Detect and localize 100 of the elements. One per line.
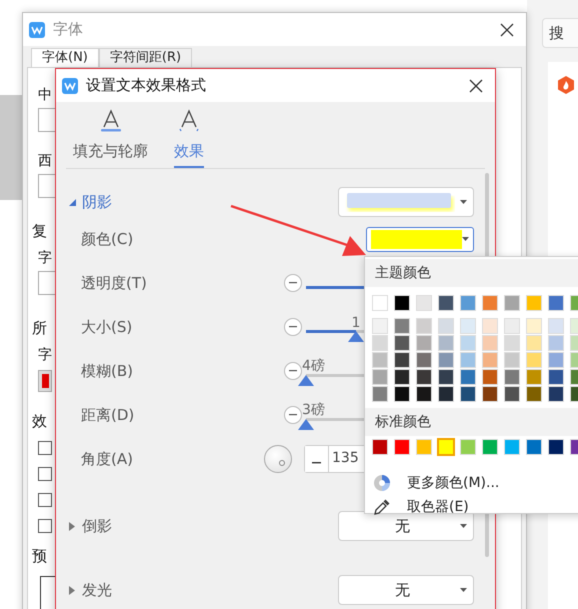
color-swatch[interactable]: [416, 369, 432, 385]
color-swatch[interactable]: [416, 386, 432, 402]
color-swatch[interactable]: [394, 439, 410, 455]
color-swatch[interactable]: [460, 318, 476, 334]
color-swatch[interactable]: [416, 439, 432, 455]
color-swatch[interactable]: [548, 295, 564, 311]
expand-triangle-icon[interactable]: [68, 586, 76, 594]
color-swatch[interactable]: [372, 386, 388, 402]
text-effect-icon: [177, 108, 201, 132]
color-swatch[interactable]: [482, 386, 498, 402]
checkbox[interactable]: [38, 493, 52, 507]
collapse-triangle-icon[interactable]: [68, 198, 76, 206]
color-swatch[interactable]: [504, 318, 520, 334]
caret-icon: [462, 237, 469, 241]
tab[interactable]: 字符间距(R): [98, 48, 192, 67]
section-title[interactable]: 倒影: [82, 516, 338, 536]
preset-dropdown[interactable]: 无: [338, 575, 474, 605]
color-swatch[interactable]: [504, 386, 520, 402]
caret-icon: [460, 588, 467, 592]
color-swatch[interactable]: [438, 295, 454, 311]
color-swatch[interactable]: [482, 335, 498, 351]
color-swatch[interactable]: [482, 295, 498, 311]
decrease-button[interactable]: [284, 362, 302, 380]
color-swatch[interactable]: [526, 352, 542, 368]
color-swatch[interactable]: [504, 439, 520, 455]
color-swatch[interactable]: [394, 295, 410, 311]
decrease-button[interactable]: [284, 318, 302, 336]
decrease-button[interactable]: [284, 274, 302, 292]
color-swatch[interactable]: [460, 352, 476, 368]
color-swatch[interactable]: [460, 439, 476, 455]
color-swatch[interactable]: [460, 295, 476, 311]
color-swatch[interactable]: [372, 318, 388, 334]
angle-dial[interactable]: [264, 445, 292, 473]
color-swatch[interactable]: [526, 318, 542, 334]
color-swatch[interactable]: [504, 335, 520, 351]
tab[interactable]: 字体(N): [31, 48, 99, 67]
expand-triangle-icon[interactable]: [68, 522, 76, 530]
color-field[interactable]: [38, 370, 52, 392]
app-logo-icon: [62, 78, 78, 94]
color-swatch[interactable]: [548, 439, 564, 455]
color-swatch[interactable]: [372, 369, 388, 385]
palette-icon: [373, 474, 391, 492]
color-swatch[interactable]: [482, 439, 498, 455]
color-swatch[interactable]: [504, 295, 520, 311]
color-swatch[interactable]: [372, 335, 388, 351]
color-swatch[interactable]: [526, 386, 542, 402]
color-swatch[interactable]: [482, 369, 498, 385]
close-icon[interactable]: [469, 78, 483, 92]
color-swatch[interactable]: [460, 386, 476, 402]
color-swatch[interactable]: [416, 295, 432, 311]
color-swatch[interactable]: [438, 318, 454, 334]
color-swatch[interactable]: [460, 335, 476, 351]
close-icon[interactable]: [500, 22, 514, 36]
color-swatch[interactable]: [460, 369, 476, 385]
group-heading: 标准颜色: [365, 408, 578, 436]
color-swatch[interactable]: [438, 352, 454, 368]
color-swatch[interactable]: [416, 352, 432, 368]
color-swatch[interactable]: [504, 352, 520, 368]
color-swatch[interactable]: [416, 335, 432, 351]
color-swatch[interactable]: [438, 369, 454, 385]
minus-icon: [289, 326, 297, 328]
color-swatch[interactable]: [482, 352, 498, 368]
color-swatch[interactable]: [548, 318, 564, 334]
color-swatch[interactable]: [438, 335, 454, 351]
color-swatch[interactable]: [394, 352, 410, 368]
color-swatch[interactable]: [394, 386, 410, 402]
color-swatch[interactable]: [526, 335, 542, 351]
color-dropdown[interactable]: [366, 226, 474, 252]
checkbox[interactable]: [38, 441, 52, 455]
color-swatch[interactable]: [394, 369, 410, 385]
color-swatch[interactable]: [438, 386, 454, 402]
decrease-button[interactable]: [284, 406, 302, 424]
field-label: 中: [38, 86, 52, 104]
slider-thumb[interactable]: [298, 418, 314, 430]
color-swatch[interactable]: [372, 439, 388, 455]
color-swatch[interactable]: [416, 318, 432, 334]
color-swatch[interactable]: [548, 352, 564, 368]
color-swatch[interactable]: [504, 369, 520, 385]
checkbox[interactable]: [38, 519, 52, 533]
color-swatch[interactable]: [548, 386, 564, 402]
color-swatch[interactable]: [372, 352, 388, 368]
color-swatch[interactable]: [526, 439, 542, 455]
color-swatch[interactable]: [482, 318, 498, 334]
color-swatch[interactable]: [548, 369, 564, 385]
search-button[interactable]: 搜: [542, 18, 578, 48]
color-swatch[interactable]: [438, 439, 454, 455]
color-swatch[interactable]: [548, 335, 564, 351]
color-swatch[interactable]: [526, 295, 542, 311]
decrease-button[interactable]: [305, 446, 329, 472]
tab[interactable]: 填充与轮廓: [73, 108, 148, 168]
menu-item[interactable]: 更多颜色(M)...: [365, 471, 578, 495]
color-swatch[interactable]: [394, 318, 410, 334]
color-swatch[interactable]: [372, 295, 388, 311]
section-title[interactable]: 阴影: [82, 192, 338, 212]
color-swatch[interactable]: [526, 369, 542, 385]
slider-thumb[interactable]: [298, 374, 314, 386]
color-swatch[interactable]: [394, 335, 410, 351]
tab[interactable]: 效果: [174, 108, 204, 168]
section-title[interactable]: 发光: [82, 580, 338, 600]
checkbox[interactable]: [38, 467, 52, 481]
